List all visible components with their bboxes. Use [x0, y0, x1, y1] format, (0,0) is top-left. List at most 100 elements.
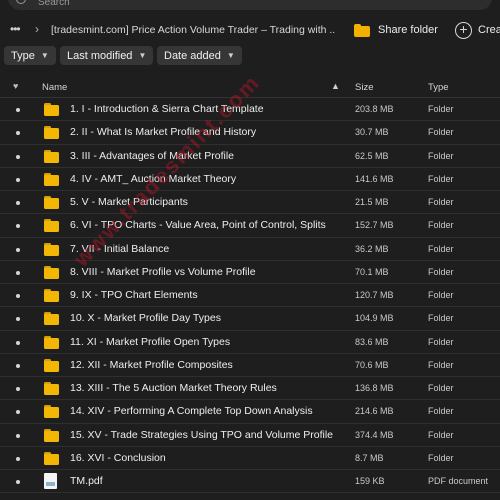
item-name[interactable]: 8. VIII - Market Profile vs Volume Profi… — [70, 266, 345, 278]
folder-icon — [44, 218, 59, 233]
bullet-icon — [16, 363, 20, 368]
table-row[interactable]: 12. XII - Market Profile Composites 70.6 … — [0, 354, 500, 377]
filter-date-added-label: Date added — [164, 49, 221, 62]
pdf-file-icon — [44, 473, 57, 489]
item-name[interactable]: 5. V - Market Participants — [70, 196, 345, 208]
item-name[interactable]: 1. I - Introduction & Sierra Chart Templ… — [70, 103, 345, 115]
bullet-icon — [16, 294, 20, 298]
table-row[interactable]: 16. XVI - Conclusion 8.7 MB Folder — [0, 447, 500, 470]
column-size[interactable]: Size — [355, 82, 373, 93]
bullet-icon — [16, 456, 20, 461]
bullet-icon — [16, 108, 20, 112]
table-row[interactable]: 10. X - Market Profile Day Types 104.9 MB… — [0, 307, 500, 331]
folder-icon — [44, 149, 59, 163]
table-row[interactable]: 2. II - What Is Market Profile and Histo… — [0, 121, 500, 145]
create-button[interactable]: + Create — [455, 20, 500, 40]
table-row[interactable]: 3. III - Advantages of Market Profile 62.… — [0, 145, 500, 168]
bullet-icon — [16, 433, 20, 438]
table-row[interactable]: TM.pdf 159 KB PDF document — [0, 470, 500, 494]
table-row[interactable]: 14. XIV - Performing A Complete Top Down… — [0, 400, 500, 424]
item-size: 203.8 MB — [355, 104, 394, 114]
item-name[interactable]: 12. XII - Market Profile Composites — [70, 359, 345, 371]
table-row[interactable]: 8. VIII - Market Profile vs Volume Profi… — [0, 261, 500, 284]
folder-icon — [44, 358, 59, 372]
filter-date-added[interactable]: Date added ▼ — [157, 46, 242, 65]
folder-icon — [44, 172, 59, 186]
table-row[interactable]: 7. VII - Initial Balance 36.2 MB Folder — [0, 238, 500, 261]
folder-path-title[interactable]: [tradesmint.com] Price Action Volume Tra… — [51, 24, 335, 36]
search-placeholder: Search — [38, 0, 70, 8]
filter-last-modified[interactable]: Last modified ▼ — [60, 46, 154, 65]
item-name[interactable]: 6. VI - TPO Charts - Value Area, Point o… — [70, 219, 345, 231]
file-list: 1. I - Introduction & Sierra Chart Templ… — [0, 98, 500, 494]
table-row[interactable]: 1. I - Introduction & Sierra Chart Templ… — [0, 98, 500, 122]
item-name[interactable]: TM.pdf — [70, 475, 345, 487]
sort-ascending-icon[interactable]: ▲ — [331, 81, 340, 91]
search-bar[interactable]: Search — [0, 0, 500, 12]
item-name[interactable]: 15. XV - Trade Strategies Using TPO and … — [70, 429, 345, 441]
bullet-icon — [16, 340, 20, 345]
item-size: 120.7 MB — [355, 290, 394, 300]
item-name[interactable]: 4. IV - AMT_ Auction Market Theory — [70, 173, 345, 185]
item-type: Folder — [428, 220, 454, 231]
bullet-icon — [16, 154, 20, 159]
bullet-icon — [16, 317, 20, 322]
table-row[interactable]: 13. XIII - The 5 Auction Market Theory R… — [0, 377, 500, 401]
bullet-icon — [16, 270, 20, 275]
item-name[interactable]: 3. III - Advantages of Market Profile — [70, 150, 345, 162]
item-name[interactable]: 9. IX - TPO Chart Elements — [70, 289, 345, 301]
folder-icon — [44, 242, 59, 256]
item-size: 70.1 MB — [355, 266, 389, 277]
item-name[interactable]: 14. XIV - Performing A Complete Top Down… — [70, 405, 345, 417]
bullet-icon — [16, 201, 20, 205]
table-row[interactable]: 9. IX - TPO Chart Elements 120.7 MB Folder — [0, 284, 500, 308]
item-name[interactable]: 16. XVI - Conclusion — [70, 452, 345, 464]
item-size: 374.4 MB — [355, 429, 394, 440]
bullet-icon — [16, 480, 20, 484]
share-folder-button[interactable]: Share folder — [354, 19, 438, 41]
item-size: 104.9 MB — [355, 313, 394, 324]
table-row[interactable]: 15. XV - Trade Strategies Using TPO and … — [0, 424, 500, 447]
folder-icon — [44, 311, 59, 326]
item-type: Folder — [428, 452, 454, 463]
item-type: Folder — [428, 313, 454, 324]
item-type: Folder — [428, 150, 454, 161]
chevron-down-icon: ▼ — [40, 51, 49, 60]
bullet-icon — [16, 410, 20, 415]
bullet-icon — [16, 387, 20, 391]
column-type[interactable]: Type — [428, 82, 449, 93]
table-row[interactable]: 6. VI - TPO Charts - Value Area, Point o… — [0, 214, 500, 238]
item-type: Folder — [428, 104, 454, 114]
item-size: 83.6 MB — [355, 336, 389, 347]
more-options-icon[interactable]: ••• — [10, 22, 21, 36]
item-name[interactable]: 11. XI - Market Profile Open Types — [70, 336, 345, 348]
chevron-down-icon: ▼ — [226, 51, 235, 60]
item-type: Folder — [428, 383, 454, 393]
table-row[interactable]: 5. V - Market Participants 21.5 MB Folder — [0, 191, 500, 215]
table-row[interactable]: 4. IV - AMT_ Auction Market Theory 141.6 … — [0, 168, 500, 191]
filter-type[interactable]: Type ▼ — [4, 46, 56, 65]
item-type: Folder — [428, 429, 454, 440]
column-name[interactable]: Name — [42, 82, 67, 93]
item-size: 141.6 MB — [355, 173, 394, 184]
search-field[interactable] — [8, 0, 492, 10]
folder-icon — [44, 451, 59, 465]
bullet-icon — [16, 224, 20, 229]
item-name[interactable]: 13. XIII - The 5 Auction Market Theory R… — [70, 382, 345, 394]
item-type: PDF document — [428, 476, 489, 486]
share-folder-label: Share folder — [378, 24, 438, 36]
folder-icon — [44, 125, 59, 140]
path-bar: ••• › [tradesmint.com] Price Action Volu… — [0, 16, 500, 44]
folder-icon — [44, 428, 59, 442]
item-type: Folder — [428, 359, 454, 370]
heart-icon: ♥ — [13, 81, 19, 91]
item-size: 136.8 MB — [355, 383, 394, 393]
item-name[interactable]: 10. X - Market Profile Day Types — [70, 312, 345, 324]
item-type: Folder — [428, 173, 454, 184]
item-name[interactable]: 7. VII - Initial Balance — [70, 243, 345, 255]
table-row[interactable]: 11. XI - Market Profile Open Types 83.6 M… — [0, 331, 500, 354]
item-size: 21.5 MB — [355, 197, 389, 207]
plus-icon: + — [455, 21, 472, 39]
item-name[interactable]: 2. II - What Is Market Profile and Histo… — [70, 126, 345, 138]
filter-type-label: Type — [11, 49, 35, 62]
